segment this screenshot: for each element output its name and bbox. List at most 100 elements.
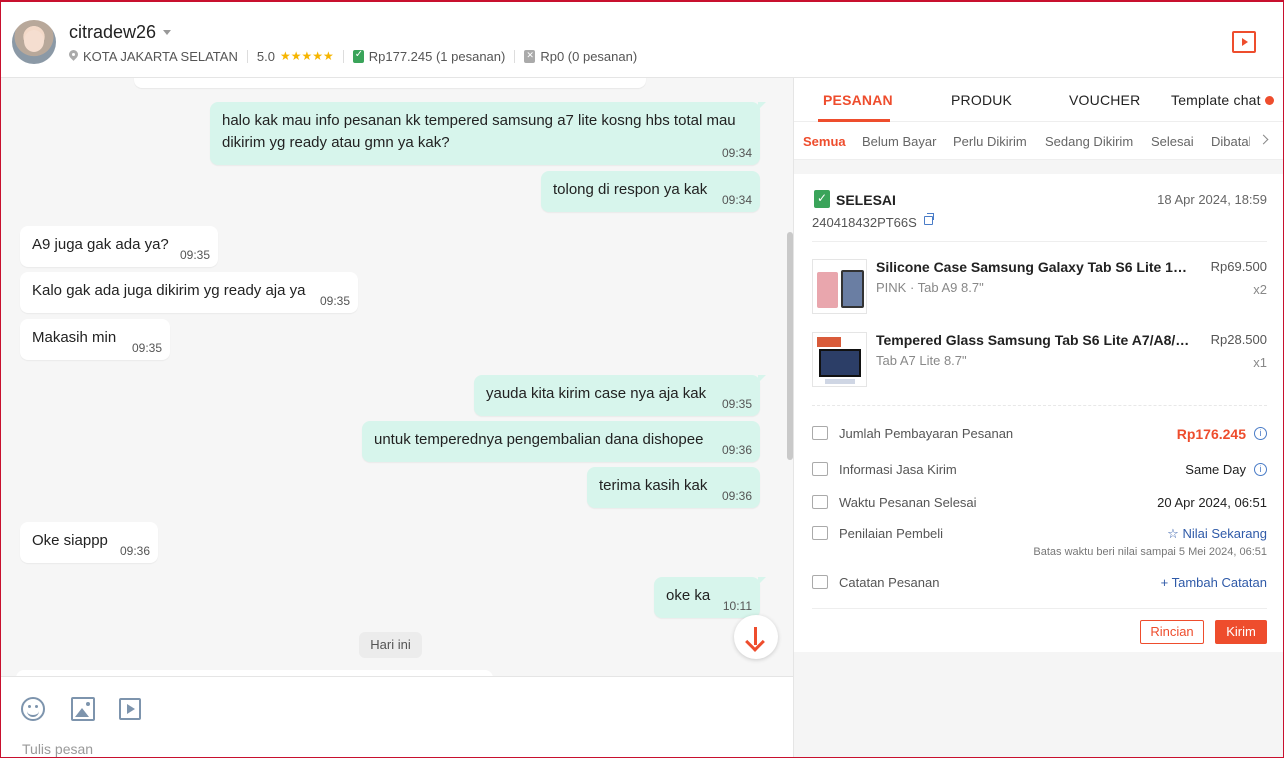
- rate-now-link[interactable]: ☆ Nilai Sekarang: [1167, 526, 1267, 542]
- message-text: yauda kita kirim case nya aja kak: [486, 385, 707, 402]
- star-rating-icon: ★★★★★: [279, 49, 334, 63]
- calendar-check-icon: [812, 495, 828, 509]
- product-item[interactable]: Silicone Case Samsung Galaxy Tab S6 Lite…: [812, 259, 1267, 315]
- divider: [812, 405, 1267, 406]
- order-completed-icon: [814, 190, 830, 208]
- filter-semua[interactable]: Semua: [803, 134, 846, 149]
- message-text: tolong di respon ya kak: [553, 181, 708, 198]
- panel-tabs: PESANAN PRODUK VOUCHER Template chat: [794, 78, 1284, 122]
- shipping-label: Informasi Jasa Kirim: [839, 462, 957, 477]
- message-bubble-partial: [134, 78, 646, 88]
- product-quantity: x2: [1253, 282, 1267, 297]
- filter-selesai[interactable]: Selesai: [1151, 134, 1194, 149]
- location-pin-icon: [69, 50, 78, 62]
- payment-label: Jumlah Pembayaran Pesanan: [839, 426, 1014, 441]
- order-id: 240418432PT66S: [812, 215, 917, 230]
- shipping-row: Informasi Jasa Kirim Same Day i: [812, 461, 1267, 481]
- order-panel: PESANAN PRODUK VOUCHER Template chat Sem…: [793, 78, 1284, 758]
- divider: [514, 49, 516, 63]
- message-bubble-outgoing: oke ka 10:11: [654, 577, 766, 618]
- rate-now-label: Nilai Sekarang: [1182, 526, 1267, 541]
- chevron-down-icon[interactable]: [163, 30, 171, 35]
- message-bubble-outgoing: yauda kita kirim case nya aja kak 09:35: [474, 375, 766, 416]
- detail-button[interactable]: Rincian: [1140, 620, 1204, 644]
- message-time: 09:34: [721, 193, 752, 207]
- add-note-link[interactable]: + Tambah Catatan: [1161, 575, 1267, 590]
- info-icon[interactable]: i: [1254, 463, 1267, 476]
- message-text: halo kak mau info pesanan kk tempered sa…: [222, 112, 736, 151]
- order-date: 18 Apr 2024, 18:59: [1157, 192, 1267, 207]
- shipping-value: Same Day: [1185, 462, 1246, 477]
- chat-messages[interactable]: halo kak mau info pesanan kk tempered sa…: [0, 78, 793, 676]
- filter-belum-bayar[interactable]: Belum Bayar: [862, 134, 936, 149]
- note-row: Catatan Pesanan + Tambah Catatan: [812, 574, 1267, 594]
- message-text: Kalo gak ada juga dikirim yg ready aja y…: [32, 282, 306, 299]
- chevron-right-icon[interactable]: [1258, 134, 1269, 145]
- product-image: [812, 332, 867, 387]
- message-bubble-outgoing: untuk temperednya pengembalian dana dish…: [362, 421, 760, 462]
- product-item[interactable]: Tempered Glass Samsung Tab S6 Lite A7/A8…: [812, 332, 1267, 388]
- image-icon[interactable]: [71, 697, 95, 721]
- message-bubble-outgoing: terima kasih kak 09:36: [587, 467, 760, 508]
- review-label: Penilaian Pembeli: [839, 526, 944, 541]
- username[interactable]: citradew26: [69, 22, 156, 43]
- add-note-label: Tambah Catatan: [1171, 575, 1267, 590]
- message-time: 09:35: [721, 397, 752, 411]
- review-icon: [812, 526, 828, 540]
- video-icon[interactable]: [119, 698, 141, 720]
- message-time: 09:34: [721, 146, 752, 160]
- message-input[interactable]: [22, 739, 772, 758]
- completed-time-value: 20 Apr 2024, 06:51: [1157, 495, 1267, 510]
- tab-pesanan[interactable]: PESANAN: [823, 92, 893, 108]
- note-icon: [812, 575, 828, 589]
- review-deadline: Batas waktu beri nilai sampai 5 Mei 2024…: [1033, 546, 1267, 558]
- avatar[interactable]: [12, 20, 56, 64]
- send-order-button[interactable]: Kirim: [1215, 620, 1267, 644]
- buyer-meta: KOTA JAKARTA SELATAN 5.0 ★★★★★ Rp177.245…: [69, 47, 637, 65]
- filter-dibatalkan[interactable]: Dibatalkan: [1211, 134, 1250, 149]
- product-name: Silicone Case Samsung Galaxy Tab S6 Lite…: [876, 259, 1191, 275]
- completed-time-label: Waktu Pesanan Selesai: [839, 495, 977, 510]
- note-label: Catatan Pesanan: [839, 575, 940, 590]
- completed-orders: Rp177.245 (1 pesanan): [368, 48, 506, 64]
- tab-voucher[interactable]: VOUCHER: [1069, 92, 1140, 108]
- divider: [246, 49, 248, 63]
- message-text: untuk temperednya pengembalian dana dish…: [374, 431, 704, 448]
- message-text: oke ka: [666, 587, 711, 604]
- message-bubble-incoming: A9 juga gak ada ya? 09:35: [20, 226, 218, 267]
- message-time: 09:36: [721, 489, 752, 503]
- message-time: 09:36: [119, 544, 150, 558]
- product-quantity: x1: [1253, 355, 1267, 370]
- message-bubble-incoming: Oke siappp 09:36: [20, 522, 158, 563]
- order-status: SELESAI: [836, 192, 896, 208]
- order-filters: Semua Belum Bayar Perlu Dikirim Sedang D…: [794, 122, 1284, 160]
- exit-icon[interactable]: [1232, 31, 1256, 53]
- review-row: Penilaian Pembeli ☆ Nilai Sekarang: [812, 525, 1267, 545]
- product-name: Tempered Glass Samsung Tab S6 Lite A7/A8…: [876, 332, 1191, 348]
- tab-template-chat[interactable]: Template chat: [1171, 92, 1261, 108]
- message-time: 09:35: [179, 248, 210, 262]
- message-time: 10:11: [722, 599, 752, 613]
- completed-time-row: Waktu Pesanan Selesai 20 Apr 2024, 06:51: [812, 494, 1267, 514]
- message-composer: [0, 676, 793, 758]
- info-icon[interactable]: i: [1254, 427, 1267, 440]
- product-variant: Tab A7 Lite 8.7": [876, 353, 967, 368]
- filter-perlu-dikirim[interactable]: Perlu Dikirim: [953, 134, 1027, 149]
- scroll-down-button[interactable]: [734, 615, 778, 659]
- message-time: 09:35: [131, 341, 162, 355]
- message-time: 09:35: [319, 294, 350, 308]
- message-text: terima kasih kak: [599, 477, 708, 494]
- message-text: Oke siappp: [32, 532, 108, 549]
- filter-sedang-dikirim[interactable]: Sedang Dikirim: [1045, 134, 1133, 149]
- divider: [812, 608, 1267, 609]
- product-image: [812, 259, 867, 314]
- order-cancelled-icon: [524, 49, 536, 63]
- message-bubble-incoming: Kalo gak ada juga dikirim yg ready aja y…: [20, 272, 358, 313]
- buyer-rating: 5.0: [256, 48, 275, 64]
- copy-icon[interactable]: [924, 213, 934, 225]
- cancelled-orders: Rp0 (0 pesanan): [540, 48, 638, 64]
- tab-produk[interactable]: PRODUK: [951, 92, 1012, 108]
- emoji-icon[interactable]: [21, 697, 45, 721]
- message-time: 09:36: [721, 443, 752, 457]
- message-bubble-outgoing: halo kak mau info pesanan kk tempered sa…: [210, 102, 766, 165]
